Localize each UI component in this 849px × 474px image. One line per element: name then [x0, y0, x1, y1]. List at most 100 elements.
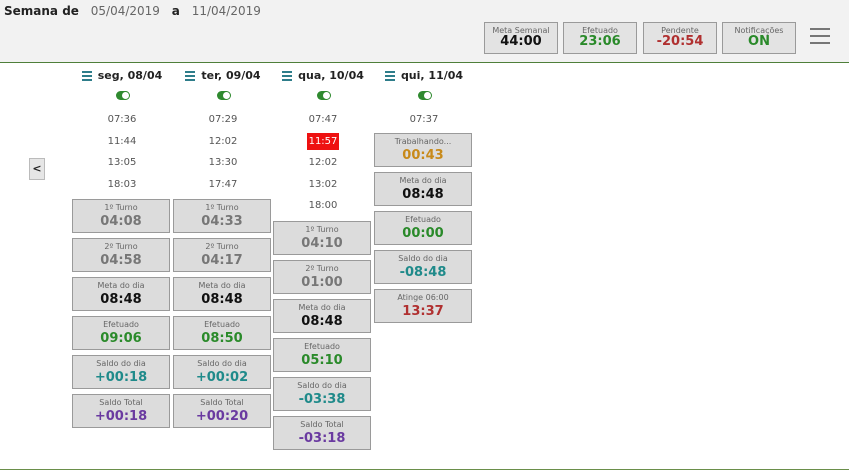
- punch-time[interactable]: 18:00: [273, 195, 373, 217]
- punch-time-value: 07:37: [409, 114, 439, 125]
- day-column: qua, 10/04 07:47 11:57 12:02 13:02 18:00 1º Tu…: [273, 67, 373, 455]
- summary-card: 2º Turno 04:58: [72, 238, 170, 272]
- summary-card: Saldo Total +00:20: [173, 394, 271, 428]
- punch-list: 07:36 11:44 13:05 18:03: [72, 109, 172, 195]
- toggle-switch-icon[interactable]: [217, 91, 231, 100]
- top-bar: Semana de 05/04/2019 a 11/04/2019 Meta S…: [0, 0, 849, 63]
- summary-card-label: 1º Turno: [305, 224, 339, 234]
- summary-card-label: Trabalhando...: [394, 136, 452, 146]
- summary-card: Saldo do dia -08:48: [374, 249, 472, 284]
- summary-card-label: Saldo Total: [200, 398, 244, 407]
- summary-card-label: Efetuado: [304, 341, 340, 351]
- week-end-date[interactable]: 11/04/2019: [192, 4, 261, 18]
- summary-card: 1º Turno 04:33: [173, 199, 271, 233]
- punch-time-value: 12:02: [208, 135, 238, 147]
- stat-notifica-es: Notificações ON: [722, 22, 796, 54]
- day-toggle: [173, 85, 273, 107]
- summary-card-value: 08:48: [402, 186, 444, 202]
- punch-time-value: 17:47: [208, 178, 238, 190]
- punch-time[interactable]: 12:02: [173, 131, 273, 153]
- summary-card-value: 04:58: [100, 253, 142, 268]
- summary-card-label: Efetuado: [204, 320, 240, 329]
- summary-card: 1º Turno 04:08: [72, 199, 170, 233]
- day-header[interactable]: qua, 10/04: [273, 67, 373, 85]
- punch-time[interactable]: 13:02: [273, 174, 373, 196]
- punch-time[interactable]: 13:05: [72, 152, 172, 174]
- stat-meta-semanal: Meta Semanal 44:00: [484, 22, 558, 54]
- day-label: qua, 10/04: [298, 69, 364, 82]
- summary-card-value: 08:48: [201, 292, 243, 307]
- summary-card: Atinge 06:00 13:37: [374, 288, 472, 323]
- summary-card: Efetuado 09:06: [72, 316, 170, 350]
- summary-cards: Trabalhando... 00:43 Meta do dia 08:48 Efetu…: [374, 132, 474, 323]
- summary-card-value: +00:18: [94, 409, 148, 424]
- punch-time[interactable]: 18:03: [72, 174, 172, 196]
- summary-card-label: Saldo Total: [99, 398, 143, 407]
- day-menu-icon[interactable]: [384, 69, 395, 83]
- punch-time[interactable]: 07:47: [273, 109, 373, 131]
- chevron-left-icon[interactable]: <: [29, 158, 45, 180]
- summary-card-label: Atinge 06:00: [397, 292, 449, 302]
- punch-time-value: 11:57: [306, 132, 340, 150]
- punch-time[interactable]: 11:44: [72, 131, 172, 153]
- summary-card-value: 04:17: [201, 253, 243, 268]
- summary-card: Trabalhando... 00:43: [374, 132, 472, 167]
- day-column: ter, 09/04 07:29 12:02 13:30 17:47 1º Turno 04…: [173, 67, 273, 433]
- summary-card-value: +00:02: [195, 370, 249, 385]
- summary-card-label: Saldo do dia: [398, 253, 448, 263]
- day-menu-icon[interactable]: [282, 69, 293, 83]
- week-start-date[interactable]: 05/04/2019: [91, 4, 160, 18]
- punch-time[interactable]: 07:29: [173, 109, 273, 131]
- summary-card: Efetuado 00:00: [374, 210, 472, 245]
- toggle-switch-icon[interactable]: [116, 91, 130, 100]
- toggle-switch-icon[interactable]: [418, 91, 432, 100]
- punch-time[interactable]: 13:30: [173, 152, 273, 174]
- punch-time-value: 13:30: [208, 157, 238, 168]
- summary-card-label: Saldo do dia: [197, 359, 247, 368]
- summary-card-label: Meta do dia: [97, 281, 145, 290]
- day-menu-icon[interactable]: [81, 69, 92, 83]
- summary-card-value: -08:48: [399, 264, 447, 280]
- summary-card: Meta do dia 08:48: [72, 277, 170, 311]
- stat-value: 44:00: [500, 34, 542, 49]
- day-menu-icon[interactable]: [185, 69, 196, 83]
- summary-card: 2º Turno 01:00: [273, 259, 371, 294]
- summary-card-label: Meta do dia: [198, 281, 246, 290]
- summary-card-value: 05:10: [301, 352, 343, 368]
- day-toggle: [273, 85, 373, 107]
- toggle-knob: [122, 92, 129, 99]
- toggle-switch-icon[interactable]: [317, 91, 331, 100]
- summary-card-value: 00:00: [402, 225, 444, 241]
- day-header[interactable]: ter, 09/04: [173, 67, 273, 85]
- punch-time[interactable]: 11:57: [273, 131, 373, 153]
- punch-time-value: 07:36: [107, 114, 137, 125]
- punch-time-value: 11:44: [107, 135, 137, 147]
- punch-time[interactable]: 17:47: [173, 174, 273, 196]
- summary-card-value: 13:37: [402, 303, 444, 319]
- punch-time-value: 13:05: [107, 157, 137, 168]
- punch-time[interactable]: 07:37: [374, 109, 474, 131]
- summary-card-value: 04:10: [301, 235, 343, 251]
- punch-list: 07:29 12:02 13:30 17:47: [173, 109, 273, 195]
- summary-card-label: 2º Turno: [104, 242, 138, 251]
- summary-card: Meta do dia 08:48: [173, 277, 271, 311]
- summary-card-label: Efetuado: [103, 320, 139, 329]
- summary-card-value: 01:00: [301, 274, 343, 290]
- day-header[interactable]: qui, 11/04: [374, 67, 474, 85]
- summary-card-value: 04:33: [201, 214, 243, 229]
- summary-card-value: 04:08: [100, 214, 142, 229]
- stat-value: ON: [748, 34, 770, 49]
- summary-card-value: 08:50: [201, 331, 243, 346]
- summary-card-value: 08:48: [301, 313, 343, 329]
- summary-card-label: Meta do dia: [399, 175, 447, 185]
- week-range: Semana de 05/04/2019 a 11/04/2019: [4, 4, 269, 18]
- week-prefix: Semana de: [4, 4, 79, 18]
- punch-time[interactable]: 12:02: [273, 152, 373, 174]
- summary-cards: 1º Turno 04:33 2º Turno 04:17 Meta do dia 08:…: [173, 199, 273, 428]
- day-header[interactable]: seg, 08/04: [72, 67, 172, 85]
- punch-time[interactable]: 07:36: [72, 109, 172, 131]
- summary-card: Meta do dia 08:48: [374, 171, 472, 206]
- summary-card-label: 2º Turno: [205, 242, 239, 251]
- summary-card-label: Saldo do dia: [297, 380, 347, 390]
- hamburger-menu-icon[interactable]: [810, 28, 830, 49]
